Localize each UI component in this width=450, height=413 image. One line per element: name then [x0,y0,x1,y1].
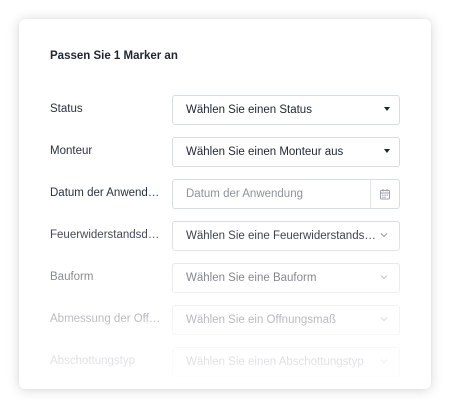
sealing-type-select[interactable]: Wählen Sie einen Abschottungstyp [172,347,400,377]
fire-resistance-row: Feuerwiderstandsdauer Wählen Sie eine Fe… [19,221,431,251]
bauform-row: Bauform Wählen Sie eine Bauform [19,263,431,293]
opening-size-select[interactable]: Wählen Sie ein Öffnungsmaß [172,305,400,335]
status-label: Status [50,103,83,115]
fire-resistance-select[interactable]: Wählen Sie eine Feuerwiderstandsdauer [172,221,400,251]
chevron-down-icon [380,317,388,322]
monteur-row: Monteur Wählen Sie einen Monteur aus [19,137,431,167]
bauform-label: Bauform [50,271,94,283]
chevron-down-icon [380,359,388,364]
caret-down-icon [384,107,390,111]
opening-size-label: Abmessung der Öffnung [50,313,165,325]
date-field [172,179,400,209]
caret-down-icon [384,149,390,153]
screen: Passen Sie 1 Marker an Status Wählen Sie… [0,0,450,413]
chevron-down-icon [380,275,388,280]
bauform-select[interactable]: Wählen Sie eine Bauform [172,263,400,293]
date-input[interactable] [186,187,376,201]
panel-title: Passen Sie 1 Marker an [50,50,178,62]
sealing-type-row: Abschottungstyp Wählen Sie einen Abschot… [19,347,431,377]
monteur-label: Monteur [50,145,93,157]
opening-size-row: Abmessung der Öffnung Wählen Sie ein Öff… [19,305,431,335]
monteur-select[interactable]: Wählen Sie einen Monteur aus [172,137,400,167]
status-row: Status Wählen Sie einen Status [19,95,431,125]
sealing-type-label: Abschottungstyp [50,355,136,367]
bauform-select-value: Wählen Sie eine Bauform [186,272,317,284]
edit-marker-panel: Passen Sie 1 Marker an Status Wählen Sie… [19,19,431,389]
status-select[interactable]: Wählen Sie einen Status [172,95,400,125]
monteur-select-value: Wählen Sie einen Monteur aus [186,146,344,158]
date-field-divider [370,180,371,208]
chevron-down-icon [380,233,388,238]
sealing-type-select-value: Wählen Sie einen Abschottungstyp [186,356,364,368]
date-row: Datum der Anwendung [19,179,431,209]
fire-resistance-select-value: Wählen Sie eine Feuerwiderstandsdauer [186,230,376,242]
status-select-value: Wählen Sie einen Status [186,104,312,116]
fire-resistance-label: Feuerwiderstandsdauer [50,229,165,241]
calendar-icon[interactable] [379,188,391,200]
opening-size-select-value: Wählen Sie ein Öffnungsmaß [186,314,337,326]
date-label: Datum der Anwendung [50,187,165,199]
